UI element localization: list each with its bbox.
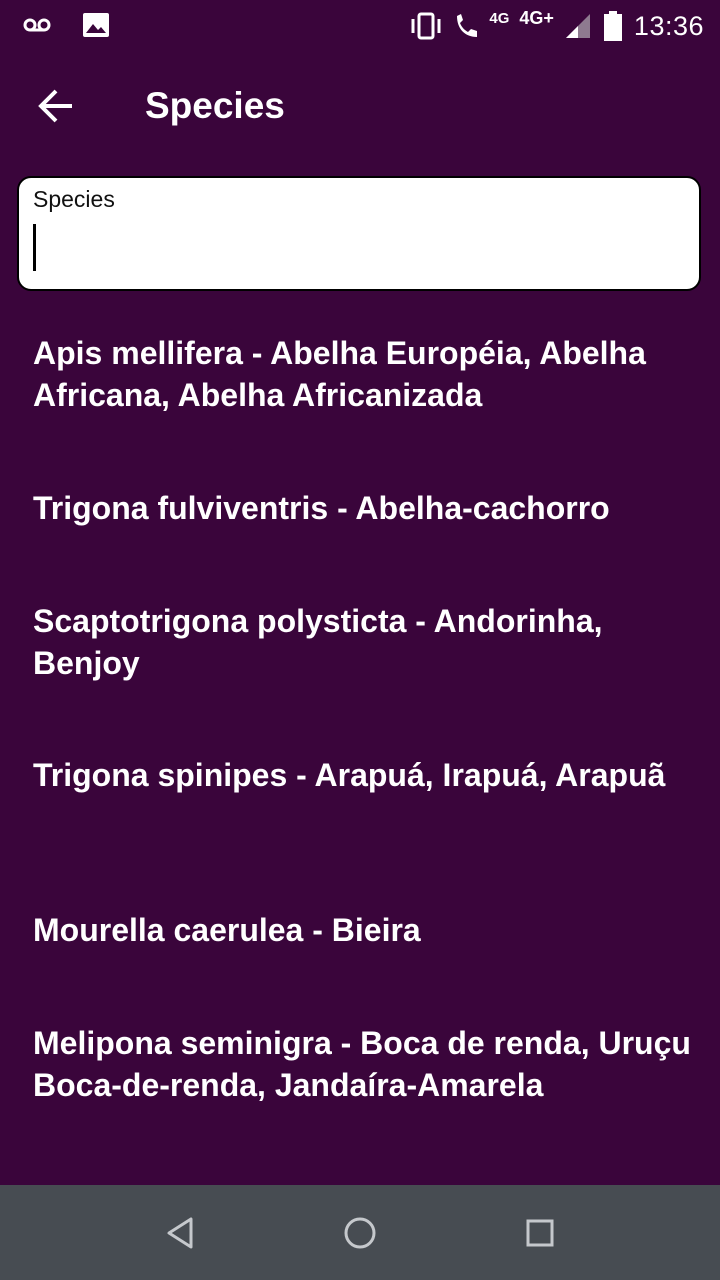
- vibrate-icon: [411, 12, 441, 40]
- list-item[interactable]: Mourella caerulea - Bieira: [33, 909, 703, 951]
- text-caret: [33, 224, 36, 271]
- nav-home-button[interactable]: [338, 1211, 382, 1255]
- page-title: Species: [145, 85, 285, 126]
- list-item[interactable]: Apis mellifera - Abelha Européia, Abelha…: [33, 332, 703, 416]
- recents-square-icon: [526, 1219, 554, 1247]
- navigation-bar: [0, 1185, 720, 1280]
- voicemail-icon: [23, 18, 51, 32]
- status-bar: 4G 4G+ 13:36: [0, 0, 720, 50]
- list-item[interactable]: Trigona spinipes - Arapuá, Irapuá, Arapu…: [33, 754, 703, 796]
- nav-recents-button[interactable]: [518, 1211, 562, 1255]
- signal-icon: [565, 14, 590, 38]
- battery-icon: [603, 11, 622, 41]
- nav-back-button[interactable]: [158, 1211, 202, 1255]
- back-button[interactable]: [30, 80, 82, 132]
- list-item[interactable]: Trigona fulviventris - Abelha-cachorro: [33, 487, 703, 529]
- status-right-icons: 4G 4G+ 13:36: [409, 6, 704, 46]
- search-field-label: Species: [33, 186, 115, 212]
- status-time: 13:36: [633, 10, 704, 41]
- app-bar: Species: [0, 50, 720, 160]
- network-small-label: 4G: [489, 9, 510, 27]
- list-item[interactable]: Melipona seminigra - Boca de renda, Uruç…: [33, 1022, 703, 1106]
- home-circle-icon: [344, 1217, 376, 1249]
- back-triangle-icon: [167, 1217, 193, 1249]
- species-search-input[interactable]: [29, 220, 673, 274]
- wifi-calling-icon: [457, 14, 478, 37]
- status-left-icons: [22, 10, 110, 40]
- image-icon: [83, 13, 109, 37]
- network-label: 4G+: [519, 7, 554, 28]
- list-item[interactable]: Scaptotrigona polysticta - Andorinha, Be…: [33, 600, 703, 684]
- species-search-field[interactable]: Species: [17, 176, 701, 291]
- species-list: Apis mellifera - Abelha Européia, Abelha…: [0, 300, 720, 1185]
- arrow-left-icon: [38, 89, 72, 123]
